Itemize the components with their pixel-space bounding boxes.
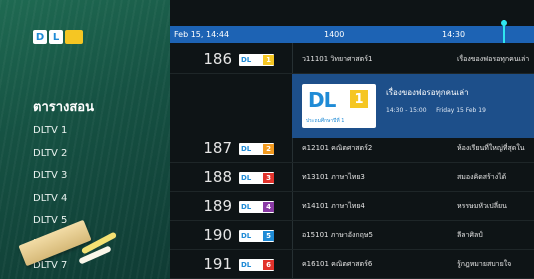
program-current[interactable]: ท13101 ภาษาไทย3 <box>302 163 365 192</box>
focused-logo-text: DL <box>308 88 336 112</box>
focused-logo-number: 1 <box>350 90 368 108</box>
channel-logo-number: 4 <box>263 202 274 212</box>
channel-row-191[interactable]: 191 DL 6 ค16101 คณิตศาสตร์6 รู้กฎหมายสบา… <box>170 250 534 279</box>
schedule-title: ตารางสอน <box>33 100 95 115</box>
channel-number: 189 <box>203 197 232 215</box>
current-time: Feb 15, 14:44 <box>174 30 230 39</box>
time-slot-1400: 1400 <box>324 30 345 39</box>
channel-number: 190 <box>203 226 232 244</box>
focused-program-title: เรื่องของฟอรอทุกคนเล่า <box>386 88 469 97</box>
channel-logo-text: DL <box>241 56 252 64</box>
focused-date: Friday 15 Feb 19 <box>436 107 486 114</box>
channel-number: 188 <box>203 168 232 186</box>
channel-number: 187 <box>203 139 232 157</box>
channel-logo-text: DL <box>241 203 252 211</box>
channel-logo-number: 5 <box>263 231 274 241</box>
channel-logo: DL 4 <box>239 201 274 213</box>
program-next[interactable]: ลีลาศิลป์ <box>457 221 534 250</box>
program-current[interactable]: ค16101 คณิตศาสตร์6 <box>302 250 372 279</box>
focused-channel-logo: DL 1 ประถมศึกษาปีที่ 1 <box>302 84 376 128</box>
program-next[interactable]: เรื่องของฟอรอทุกคนเล่า <box>457 45 534 74</box>
channel-logo-number: 3 <box>263 173 274 183</box>
sidebar: D L ตารางสอน DLTV 1 DLTV 2 DLTV 3 DLTV 4… <box>0 0 170 279</box>
dltv-logo: D L <box>33 30 83 44</box>
channel-logo-text: DL <box>241 145 252 153</box>
channel-row-186[interactable]: 186 DL 1 ว11101 วิทยาศาสตร์1 เรื่องของฟอ… <box>170 45 534 74</box>
logo-letter-l: L <box>49 30 63 44</box>
now-indicator <box>501 20 507 43</box>
program-current[interactable]: อ15101 ภาษาอังกฤษ5 <box>302 221 373 250</box>
channel-logo: DL 6 <box>239 259 274 271</box>
focused-logo-subtitle: ประถมศึกษาปีที่ 1 <box>306 118 345 124</box>
channel-logo-text: DL <box>241 232 252 240</box>
channel-logo: DL 2 <box>239 143 274 155</box>
menu-item-dltv-1[interactable]: DLTV 1 <box>33 120 67 143</box>
focused-program-card[interactable]: DL 1 ประถมศึกษาปีที่ 1 เรื่องของฟอรอทุกค… <box>292 74 534 138</box>
program-next[interactable]: รู้กฎหมายสบายใจ <box>457 250 534 279</box>
channel-logo-number: 1 <box>263 55 274 65</box>
logo-accent <box>65 30 83 44</box>
channel-number: 186 <box>203 50 232 68</box>
channel-logo: DL 5 <box>239 230 274 242</box>
program-guide: Feb 15, 14:44 1400 14:30 186 DL 1 ว11101… <box>170 0 534 279</box>
menu-item-dltv-2[interactable]: DLTV 2 <box>33 143 67 166</box>
focused-time-range: 14:30 - 15:00 <box>386 107 427 114</box>
menu-item-dltv-4[interactable]: DLTV 4 <box>33 188 67 211</box>
program-next[interactable]: ห้องเรียนที่ใหญ่ที่สุดใน <box>457 134 534 163</box>
channel-logo: DL 3 <box>239 172 274 184</box>
logo-letter-d: D <box>33 30 47 44</box>
program-next[interactable]: สมองคิดสร้างได้ <box>457 163 534 192</box>
channel-row-190[interactable]: 190 DL 5 อ15101 ภาษาอังกฤษ5 ลีลาศิลป์ <box>170 221 534 250</box>
program-current[interactable]: ท14101 ภาษาไทย4 <box>302 192 365 221</box>
time-slot-1430: 14:30 <box>442 30 466 39</box>
menu-item-dltv-3[interactable]: DLTV 3 <box>33 165 67 188</box>
channel-row-187[interactable]: 187 DL 2 ค12101 คณิตศาสตร์2 ห้องเรียนที่… <box>170 134 534 163</box>
time-bar: Feb 15, 14:44 1400 14:30 <box>170 26 534 43</box>
channel-logo-text: DL <box>241 174 252 182</box>
channel-number: 191 <box>203 255 232 273</box>
channel-logo-number: 2 <box>263 144 274 154</box>
channel-logo-text: DL <box>241 261 252 269</box>
focused-program-time: 14:30 - 15:00 Friday 15 Feb 19 <box>386 107 486 114</box>
channel-logo: DL 1 <box>239 54 274 66</box>
channel-row-188[interactable]: 188 DL 3 ท13101 ภาษาไทย3 สมองคิดสร้างได้ <box>170 163 534 192</box>
program-next[interactable]: หรรษมหัวเปลี่ยน <box>457 192 534 221</box>
channel-logo-number: 6 <box>263 260 274 270</box>
program-current[interactable]: ว11101 วิทยาศาสตร์1 <box>302 45 372 74</box>
program-current[interactable]: ค12101 คณิตศาสตร์2 <box>302 134 372 163</box>
channel-row-189[interactable]: 189 DL 4 ท14101 ภาษาไทย4 หรรษมหัวเปลี่ยน <box>170 192 534 221</box>
